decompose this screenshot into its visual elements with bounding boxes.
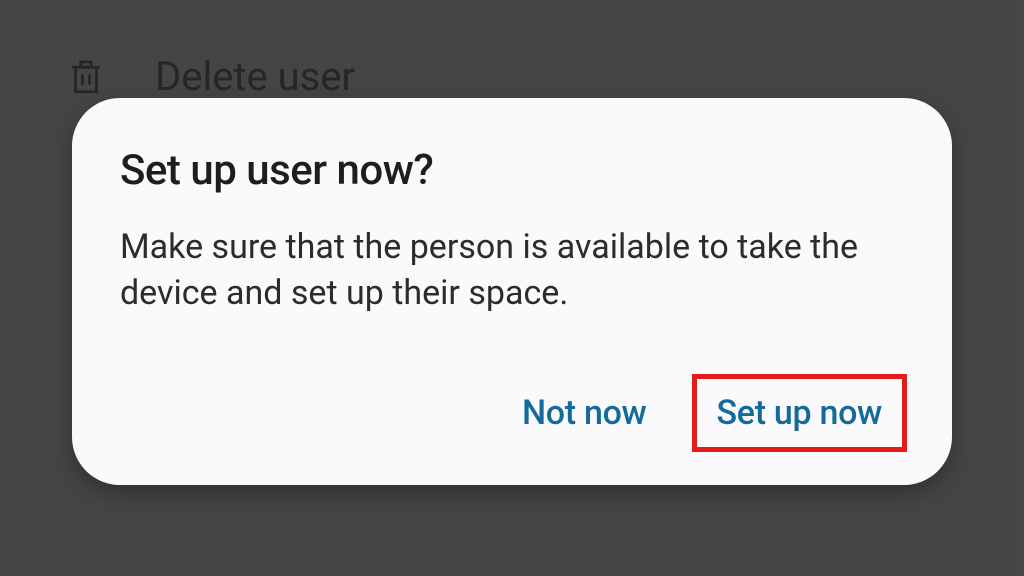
setup-user-dialog: Set up user now? Make sure that the pers…	[72, 98, 952, 485]
not-now-button[interactable]: Not now	[500, 377, 669, 449]
set-up-now-button[interactable]: Set up now	[695, 377, 905, 449]
dialog-actions: Not now Set up now	[120, 377, 904, 449]
dialog-body: Make sure that the person is available t…	[120, 225, 904, 317]
dialog-title: Set up user now?	[120, 146, 904, 195]
